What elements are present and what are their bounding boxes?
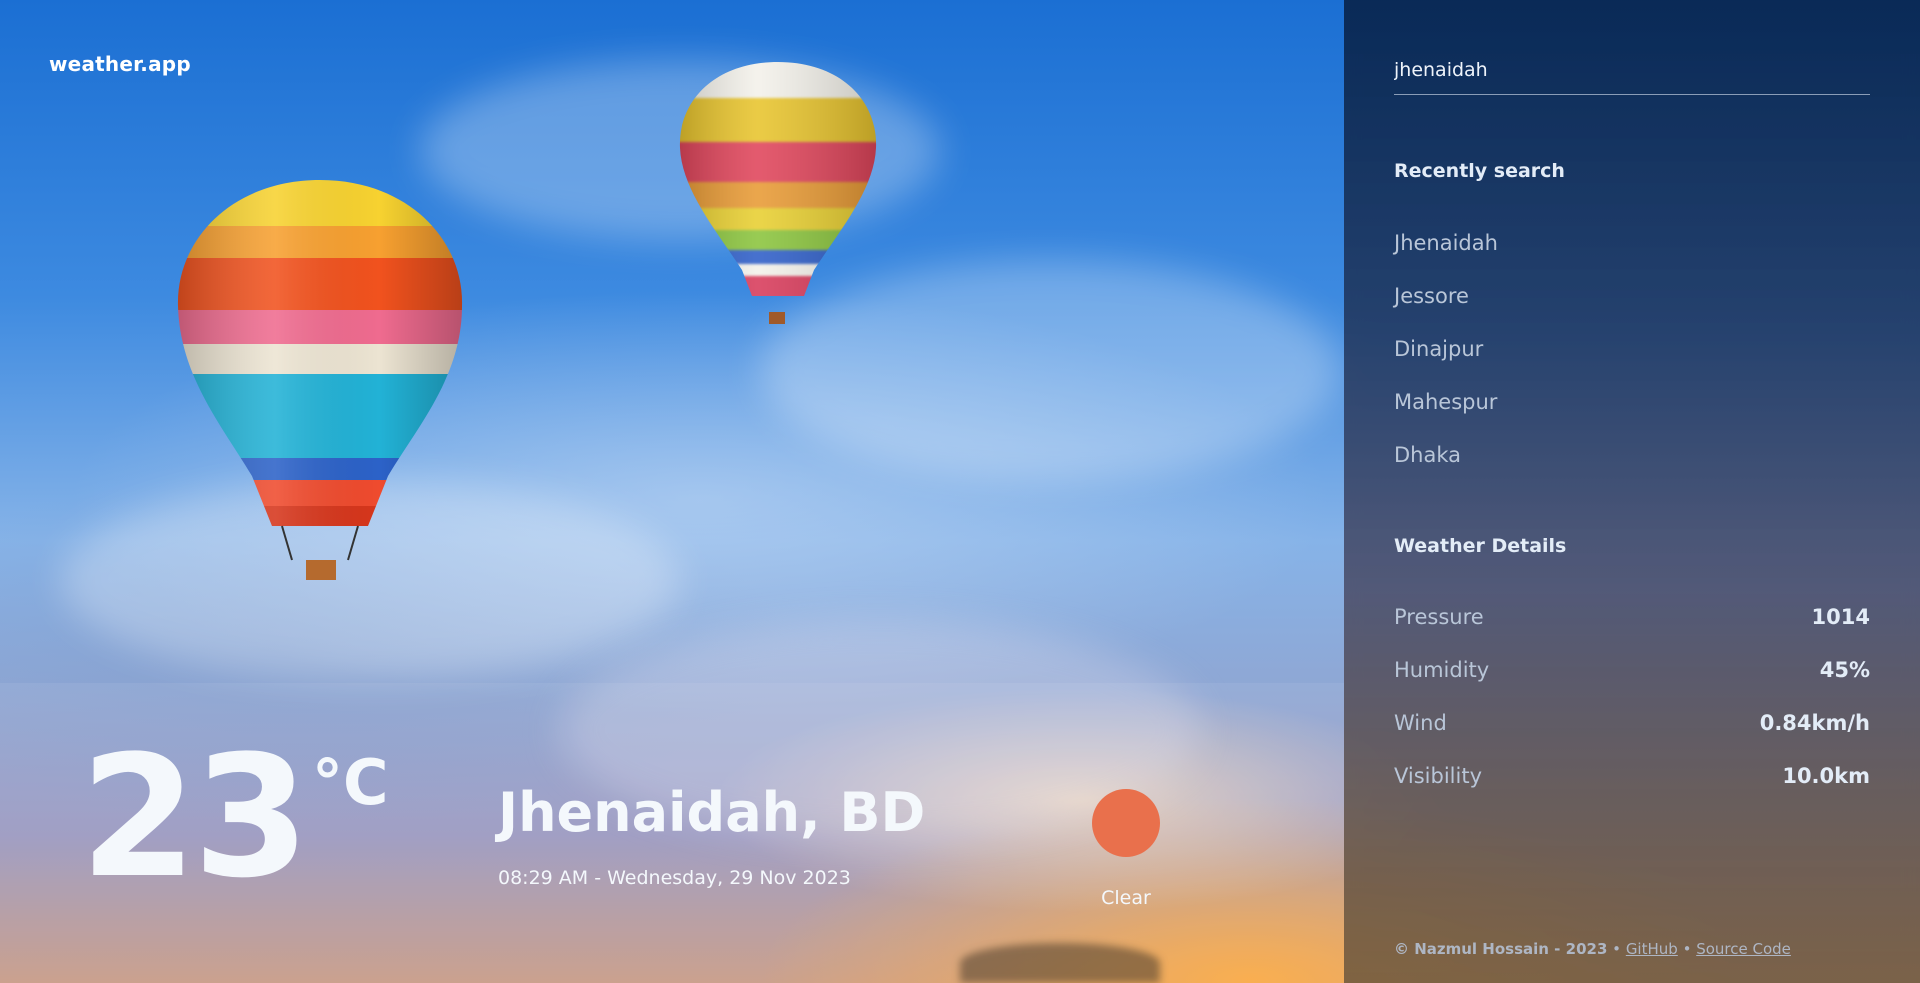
pressure-label: Pressure [1394, 605, 1484, 629]
footer-separator: • [1682, 940, 1692, 958]
search-input[interactable] [1394, 55, 1870, 95]
hot-air-balloon-image [177, 180, 463, 580]
visibility-label: Visibility [1394, 764, 1483, 788]
temperature-unit: °C [312, 746, 389, 819]
footer-separator: • [1612, 940, 1622, 958]
location-name: Jhenaidah, BD [498, 781, 926, 844]
humidity-value: 45% [1819, 658, 1870, 682]
recent-item-mahespur[interactable]: Mahespur [1394, 390, 1497, 414]
date-time: 08:29 AM - Wednesday, 29 Nov 2023 [498, 867, 851, 889]
sun-icon [1092, 789, 1160, 857]
footer: © Nazmul Hossain - 2023 • GitHub • Sourc… [1394, 940, 1791, 958]
source-code-link[interactable]: Source Code [1696, 940, 1791, 958]
app-logo: weather.app [49, 52, 191, 76]
recent-item-dinajpur[interactable]: Dinajpur [1394, 337, 1483, 361]
wind-label: Wind [1394, 711, 1447, 735]
recent-item-jhenaidah[interactable]: Jhenaidah [1394, 231, 1498, 255]
pressure-value: 1014 [1811, 605, 1870, 629]
visibility-value: 10.0km [1782, 764, 1870, 788]
github-link[interactable]: GitHub [1626, 940, 1678, 958]
condition-label: Clear [1101, 887, 1151, 909]
humidity-label: Humidity [1394, 658, 1490, 682]
hot-air-balloon-image [679, 62, 877, 324]
wind-value: 0.84km/h [1759, 711, 1870, 735]
recent-search-heading: Recently search [1394, 160, 1565, 182]
sidebar-panel: Recently search Jhenaidah Jessore Dinajp… [1344, 0, 1920, 983]
recent-item-dhaka[interactable]: Dhaka [1394, 443, 1461, 467]
temperature-value: 23 [80, 719, 310, 915]
weather-details-heading: Weather Details [1394, 535, 1567, 557]
footer-credit: © Nazmul Hossain - 2023 [1394, 940, 1608, 958]
recent-item-jessore[interactable]: Jessore [1394, 284, 1469, 308]
